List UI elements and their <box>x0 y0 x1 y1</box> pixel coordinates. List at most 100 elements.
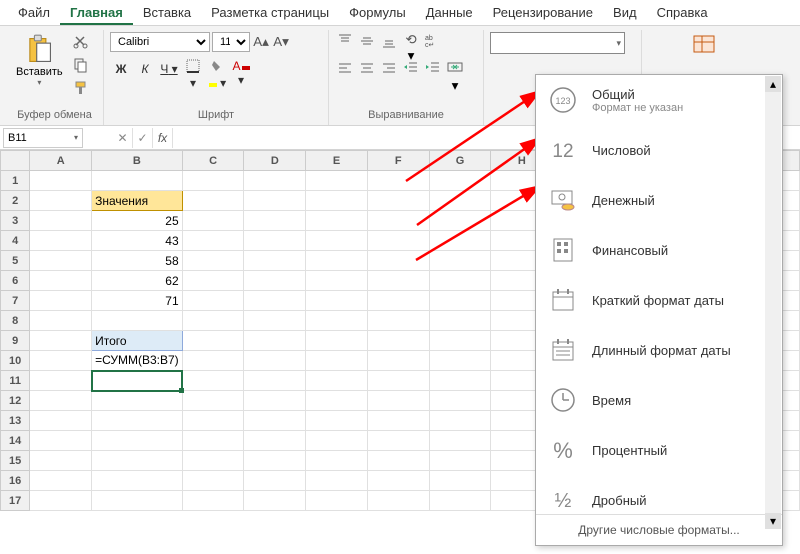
cell-E9[interactable] <box>306 331 368 351</box>
cell-C1[interactable] <box>182 171 244 191</box>
cell-D12[interactable] <box>244 391 306 411</box>
underline-button[interactable]: Ч ▾ <box>158 59 180 79</box>
cell-F13[interactable] <box>367 411 429 431</box>
cell-D16[interactable] <box>244 471 306 491</box>
cell-B9[interactable]: Итого <box>92 331 183 351</box>
cell-D9[interactable] <box>244 331 306 351</box>
cell-A13[interactable] <box>30 411 92 431</box>
cell-A1[interactable] <box>30 171 92 191</box>
cell-G14[interactable] <box>429 431 491 451</box>
cell-B15[interactable] <box>92 451 183 471</box>
cell-G13[interactable] <box>429 411 491 431</box>
cell-D7[interactable] <box>244 291 306 311</box>
cell-D2[interactable] <box>244 191 306 211</box>
cell-F16[interactable] <box>367 471 429 491</box>
align-left-button[interactable] <box>335 59 355 79</box>
cell-D3[interactable] <box>244 211 306 231</box>
tab-review[interactable]: Рецензирование <box>483 0 603 25</box>
cell-A3[interactable] <box>30 211 92 231</box>
cell-C16[interactable] <box>182 471 244 491</box>
cell-C7[interactable] <box>182 291 244 311</box>
cell-F2[interactable] <box>367 191 429 211</box>
cell-B13[interactable] <box>92 411 183 431</box>
align-middle-button[interactable] <box>357 32 377 52</box>
cell-F15[interactable] <box>367 451 429 471</box>
cell-B17[interactable] <box>92 491 183 511</box>
cell-G6[interactable] <box>429 271 491 291</box>
format-item-longdate[interactable]: Длинный формат даты <box>536 325 782 375</box>
cell-F14[interactable] <box>367 431 429 451</box>
cell-D5[interactable] <box>244 251 306 271</box>
cell-C13[interactable] <box>182 411 244 431</box>
cut-button[interactable] <box>71 32 91 52</box>
cell-B12[interactable] <box>92 391 183 411</box>
format-item-fraction[interactable]: ½ Дробный <box>536 475 782 514</box>
cell-E12[interactable] <box>306 391 368 411</box>
tab-help[interactable]: Справка <box>647 0 718 25</box>
cell-C4[interactable] <box>182 231 244 251</box>
cell-C15[interactable] <box>182 451 244 471</box>
cell-F5[interactable] <box>367 251 429 271</box>
cell-G1[interactable] <box>429 171 491 191</box>
cell-G11[interactable] <box>429 371 491 391</box>
cell-D11[interactable] <box>244 371 306 391</box>
tab-layout[interactable]: Разметка страницы <box>201 0 339 25</box>
format-item-shortdate[interactable]: Краткий формат даты <box>536 275 782 325</box>
decrease-font-button[interactable]: A▾ <box>272 32 290 52</box>
borders-button[interactable]: ▾ <box>182 59 204 79</box>
column-header[interactable]: D <box>244 151 306 171</box>
cell-A7[interactable] <box>30 291 92 311</box>
row-header[interactable]: 13 <box>1 411 30 431</box>
cell-B8[interactable] <box>92 311 183 331</box>
cell-B7[interactable]: 71 <box>92 291 183 311</box>
format-item-percent[interactable]: % Процентный <box>536 425 782 475</box>
cell-A5[interactable] <box>30 251 92 271</box>
font-name-select[interactable]: Calibri <box>110 32 210 52</box>
font-color-button[interactable]: A ▾ <box>230 59 252 79</box>
cell-B16[interactable] <box>92 471 183 491</box>
fill-color-button[interactable]: ▾ <box>206 59 228 79</box>
cell-B4[interactable]: 43 <box>92 231 183 251</box>
align-right-button[interactable] <box>379 59 399 79</box>
accept-formula-button[interactable]: ✓ <box>133 128 153 148</box>
cell-C12[interactable] <box>182 391 244 411</box>
cell-E17[interactable] <box>306 491 368 511</box>
cell-D10[interactable] <box>244 351 306 371</box>
cell-C8[interactable] <box>182 311 244 331</box>
cell-C17[interactable] <box>182 491 244 511</box>
orientation-button[interactable]: ⟲ ▾ <box>401 32 421 52</box>
name-box[interactable]: B11 ▾ <box>3 128 83 148</box>
cell-A4[interactable] <box>30 231 92 251</box>
cell-E11[interactable] <box>306 371 368 391</box>
row-header[interactable]: 7 <box>1 291 30 311</box>
cell-A6[interactable] <box>30 271 92 291</box>
cell-E4[interactable] <box>306 231 368 251</box>
cell-E14[interactable] <box>306 431 368 451</box>
tab-insert[interactable]: Вставка <box>133 0 201 25</box>
cell-A17[interactable] <box>30 491 92 511</box>
align-center-button[interactable] <box>357 59 377 79</box>
cell-C3[interactable] <box>182 211 244 231</box>
cell-E7[interactable] <box>306 291 368 311</box>
tab-home[interactable]: Главная <box>60 0 133 25</box>
cell-G15[interactable] <box>429 451 491 471</box>
cell-E13[interactable] <box>306 411 368 431</box>
cell-C10[interactable] <box>182 351 244 371</box>
cell-A11[interactable] <box>30 371 92 391</box>
row-header[interactable]: 15 <box>1 451 30 471</box>
cell-G3[interactable] <box>429 211 491 231</box>
cell-G5[interactable] <box>429 251 491 271</box>
font-size-select[interactable]: 11 <box>212 32 250 52</box>
cell-E15[interactable] <box>306 451 368 471</box>
row-header[interactable]: 4 <box>1 231 30 251</box>
cell-B6[interactable]: 62 <box>92 271 183 291</box>
cell-A16[interactable] <box>30 471 92 491</box>
format-item-time[interactable]: Время <box>536 375 782 425</box>
cell-F12[interactable] <box>367 391 429 411</box>
row-header[interactable]: 10 <box>1 351 30 371</box>
cell-D15[interactable] <box>244 451 306 471</box>
cell-D4[interactable] <box>244 231 306 251</box>
cancel-formula-button[interactable]: ✕ <box>113 128 133 148</box>
cell-G12[interactable] <box>429 391 491 411</box>
cell-D6[interactable] <box>244 271 306 291</box>
